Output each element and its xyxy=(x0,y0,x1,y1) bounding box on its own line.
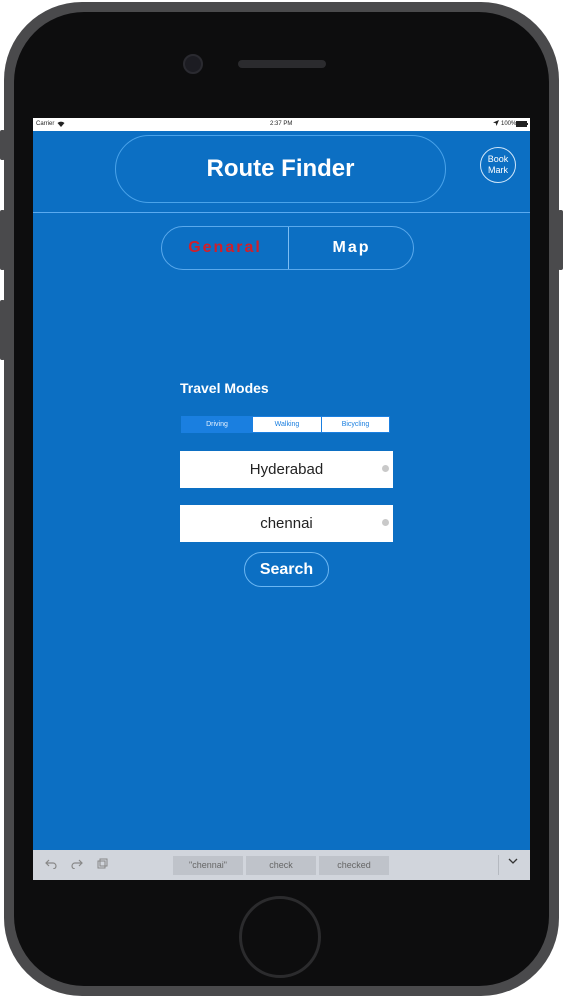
home-button[interactable] xyxy=(239,896,321,978)
header-divider xyxy=(33,212,530,213)
view-tabs: Genaral Map xyxy=(161,226,414,270)
earpiece-speaker xyxy=(238,60,326,68)
undo-icon[interactable] xyxy=(45,858,57,872)
status-bar: Carrier 2:37 PM 100% xyxy=(33,118,530,131)
page-title: Route Finder xyxy=(206,155,355,182)
bar-divider xyxy=(498,855,499,875)
origin-input[interactable] xyxy=(180,451,393,488)
location-arrow-icon xyxy=(493,120,499,128)
paste-icon[interactable] xyxy=(97,858,108,872)
suggestion-3[interactable]: checked xyxy=(319,856,389,875)
destination-input[interactable] xyxy=(180,505,393,542)
mode-driving[interactable]: Driving xyxy=(182,417,252,432)
redo-icon[interactable] xyxy=(71,858,83,872)
bookmark-button[interactable]: Book Mark xyxy=(480,147,516,183)
bookmark-label-line1: Book xyxy=(487,154,509,164)
tab-general[interactable]: Genaral xyxy=(162,227,288,269)
carrier-label: Carrier xyxy=(36,121,55,127)
volume-down-button xyxy=(0,300,5,360)
power-button xyxy=(558,210,563,270)
clear-icon[interactable] xyxy=(382,519,389,526)
tab-map[interactable]: Map xyxy=(288,227,413,269)
origin-field xyxy=(180,451,393,488)
clock: 2:37 PM xyxy=(270,121,293,127)
app-screen: Carrier 2:37 PM 100% Route Finder Book M… xyxy=(33,118,530,880)
bookmark-label-line2: Mark xyxy=(488,165,508,175)
suggestion-1[interactable]: "chennai" xyxy=(173,856,243,875)
travel-mode-selector: Driving Walking Bicycling xyxy=(181,416,390,433)
volume-up-button xyxy=(0,210,5,270)
suggestion-2[interactable]: check xyxy=(246,856,316,875)
battery-percent: 100% xyxy=(501,121,517,127)
wifi-icon xyxy=(57,120,65,129)
mode-bicycling[interactable]: Bicycling xyxy=(321,417,389,432)
mode-walking[interactable]: Walking xyxy=(252,417,321,432)
clear-icon[interactable] xyxy=(382,465,389,472)
chevron-down-icon[interactable] xyxy=(508,857,518,868)
keyboard-shortcut-bar: "chennai" check checked xyxy=(33,850,530,880)
destination-field xyxy=(180,505,393,542)
mute-switch xyxy=(0,130,5,160)
front-camera xyxy=(183,54,203,74)
title-banner: Route Finder xyxy=(115,135,446,203)
search-button[interactable]: Search xyxy=(244,552,329,587)
travel-modes-label: Travel Modes xyxy=(180,380,269,396)
battery-icon xyxy=(516,121,528,129)
